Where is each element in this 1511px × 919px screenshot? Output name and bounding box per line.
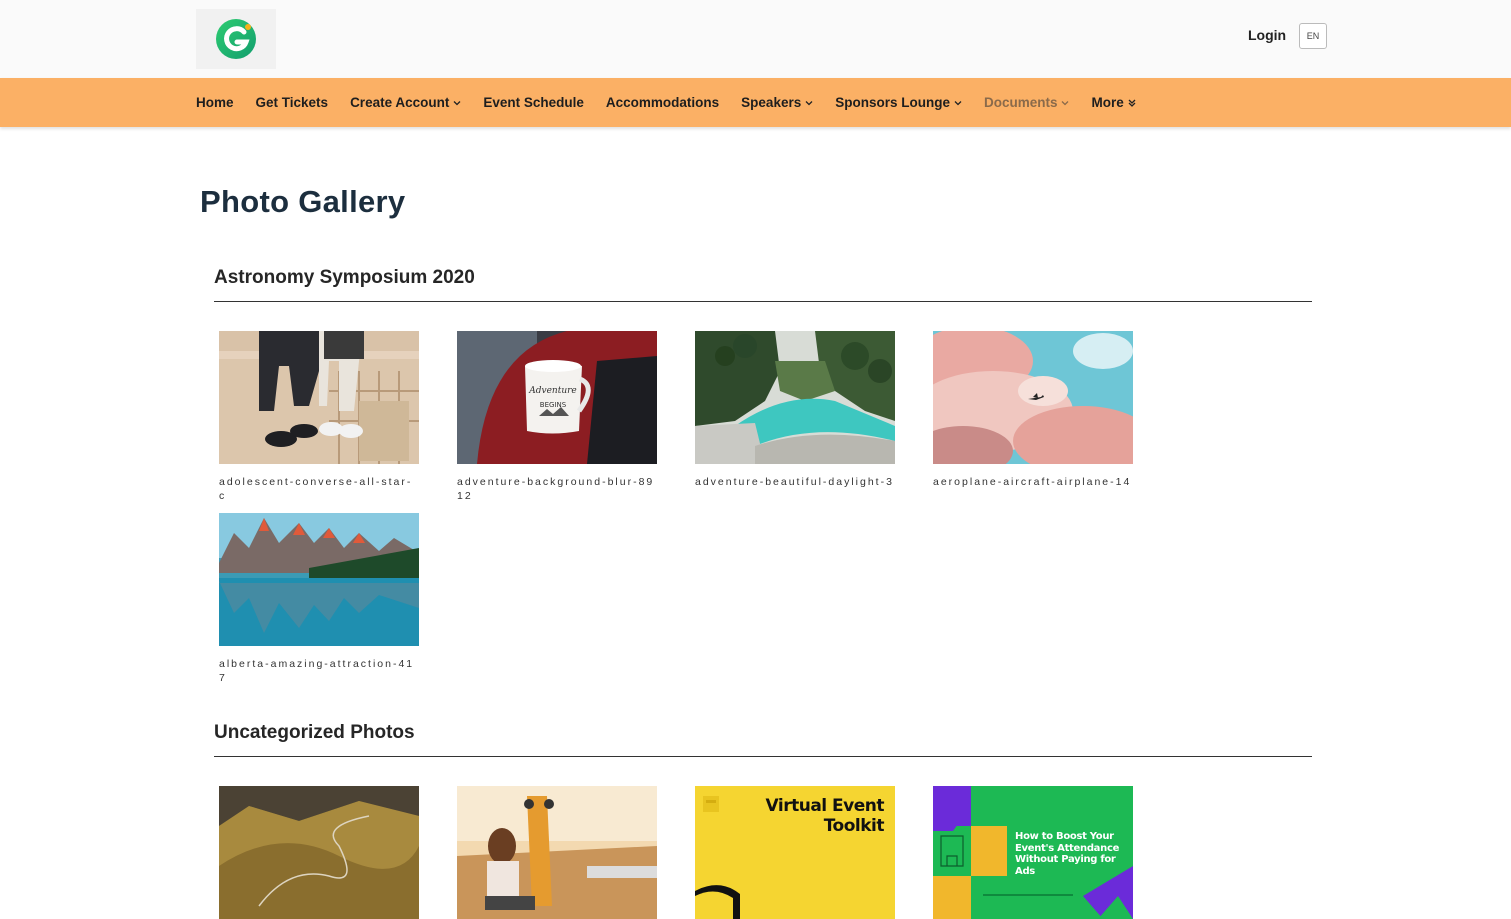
nav-item-label: Create Account [350, 95, 450, 110]
nav-item-more[interactable]: More [1091, 95, 1136, 110]
photo-caption: alberta-amazing-attraction-417 [219, 658, 415, 684]
page-title: Photo Gallery [200, 184, 406, 219]
card-title-line: Without Paying for Ads [1015, 854, 1116, 877]
card-title: Virtual Event Toolkit [765, 796, 885, 836]
top-header: Login EN [0, 0, 1511, 78]
login-link[interactable]: Login [1248, 27, 1286, 43]
nav-item-home[interactable]: Home [196, 95, 234, 110]
gallery-photo[interactable] [695, 331, 895, 464]
chevron-down-icon [954, 100, 962, 105]
nav-item-label: Sponsors Lounge [835, 95, 950, 110]
main-navigation: Home Get Tickets Create Account Event Sc… [0, 78, 1511, 127]
nav-item-label: Documents [983, 95, 1058, 110]
gallery-photo[interactable] [219, 786, 419, 919]
logo-icon [216, 19, 256, 59]
nav-item-label: Get Tickets [255, 95, 329, 110]
svg-text:BEGINS: BEGINS [540, 401, 567, 409]
section-title: Uncategorized Photos [214, 722, 415, 743]
nav-item-documents[interactable]: Documents [984, 95, 1070, 110]
nav-item-speakers[interactable]: Speakers [741, 95, 813, 110]
gallery-photo[interactable] [933, 331, 1133, 464]
gallery-photo[interactable]: Adventure BEGINS [457, 331, 657, 464]
photo-caption: adventure-beautiful-daylight-3 [695, 476, 894, 488]
card-title-line: Toolkit [823, 816, 885, 836]
card-title: How to Boost Your Event's Attendance Wit… [1015, 831, 1133, 877]
card-title-line: Virtual Event [765, 796, 885, 816]
nav-item-label: More [1091, 95, 1124, 110]
card-title-line: How to Boost Your [1015, 831, 1114, 842]
nav-item-sponsors-lounge[interactable]: Sponsors Lounge [835, 95, 962, 110]
language-selector[interactable]: EN [1299, 23, 1327, 49]
chevron-down-icon [1062, 100, 1069, 105]
chevron-down-icon [453, 100, 461, 105]
gallery-photo[interactable]: Virtual Event Toolkit [695, 786, 895, 919]
nav-item-label: Speakers [741, 95, 802, 110]
photo-caption: aeroplane-aircraft-airplane-14 [933, 476, 1132, 488]
nav-item-get-tickets[interactable]: Get Tickets [256, 95, 329, 110]
site-logo[interactable] [196, 9, 276, 69]
double-chevron-down-icon [1128, 99, 1136, 107]
nav-item-label: Home [196, 95, 234, 110]
nav-item-label: Accommodations [605, 95, 720, 110]
nav-item-create-account[interactable]: Create Account [350, 95, 461, 110]
photo-caption: adolescent-converse-all-star-c [219, 476, 413, 502]
card-title-line: Event's Attendance [1015, 842, 1120, 854]
section-divider [214, 756, 1312, 757]
gallery-photo[interactable] [219, 331, 419, 464]
nav-item-event-schedule[interactable]: Event Schedule [483, 95, 584, 110]
section-divider [214, 301, 1312, 302]
section-title: Astronomy Symposium 2020 [214, 267, 475, 288]
photo-caption: adventure-background-blur-8912 [457, 476, 655, 502]
gallery-photo[interactable] [219, 513, 419, 646]
gallery-photo[interactable]: How to Boost Your Event's Attendance Wit… [933, 786, 1133, 919]
nav-item-label: Event Schedule [483, 95, 584, 110]
chevron-down-icon [805, 100, 813, 105]
gallery-photo[interactable] [457, 786, 657, 919]
nav-item-accommodations[interactable]: Accommodations [606, 95, 719, 110]
svg-text:Adventure: Adventure [528, 386, 577, 396]
